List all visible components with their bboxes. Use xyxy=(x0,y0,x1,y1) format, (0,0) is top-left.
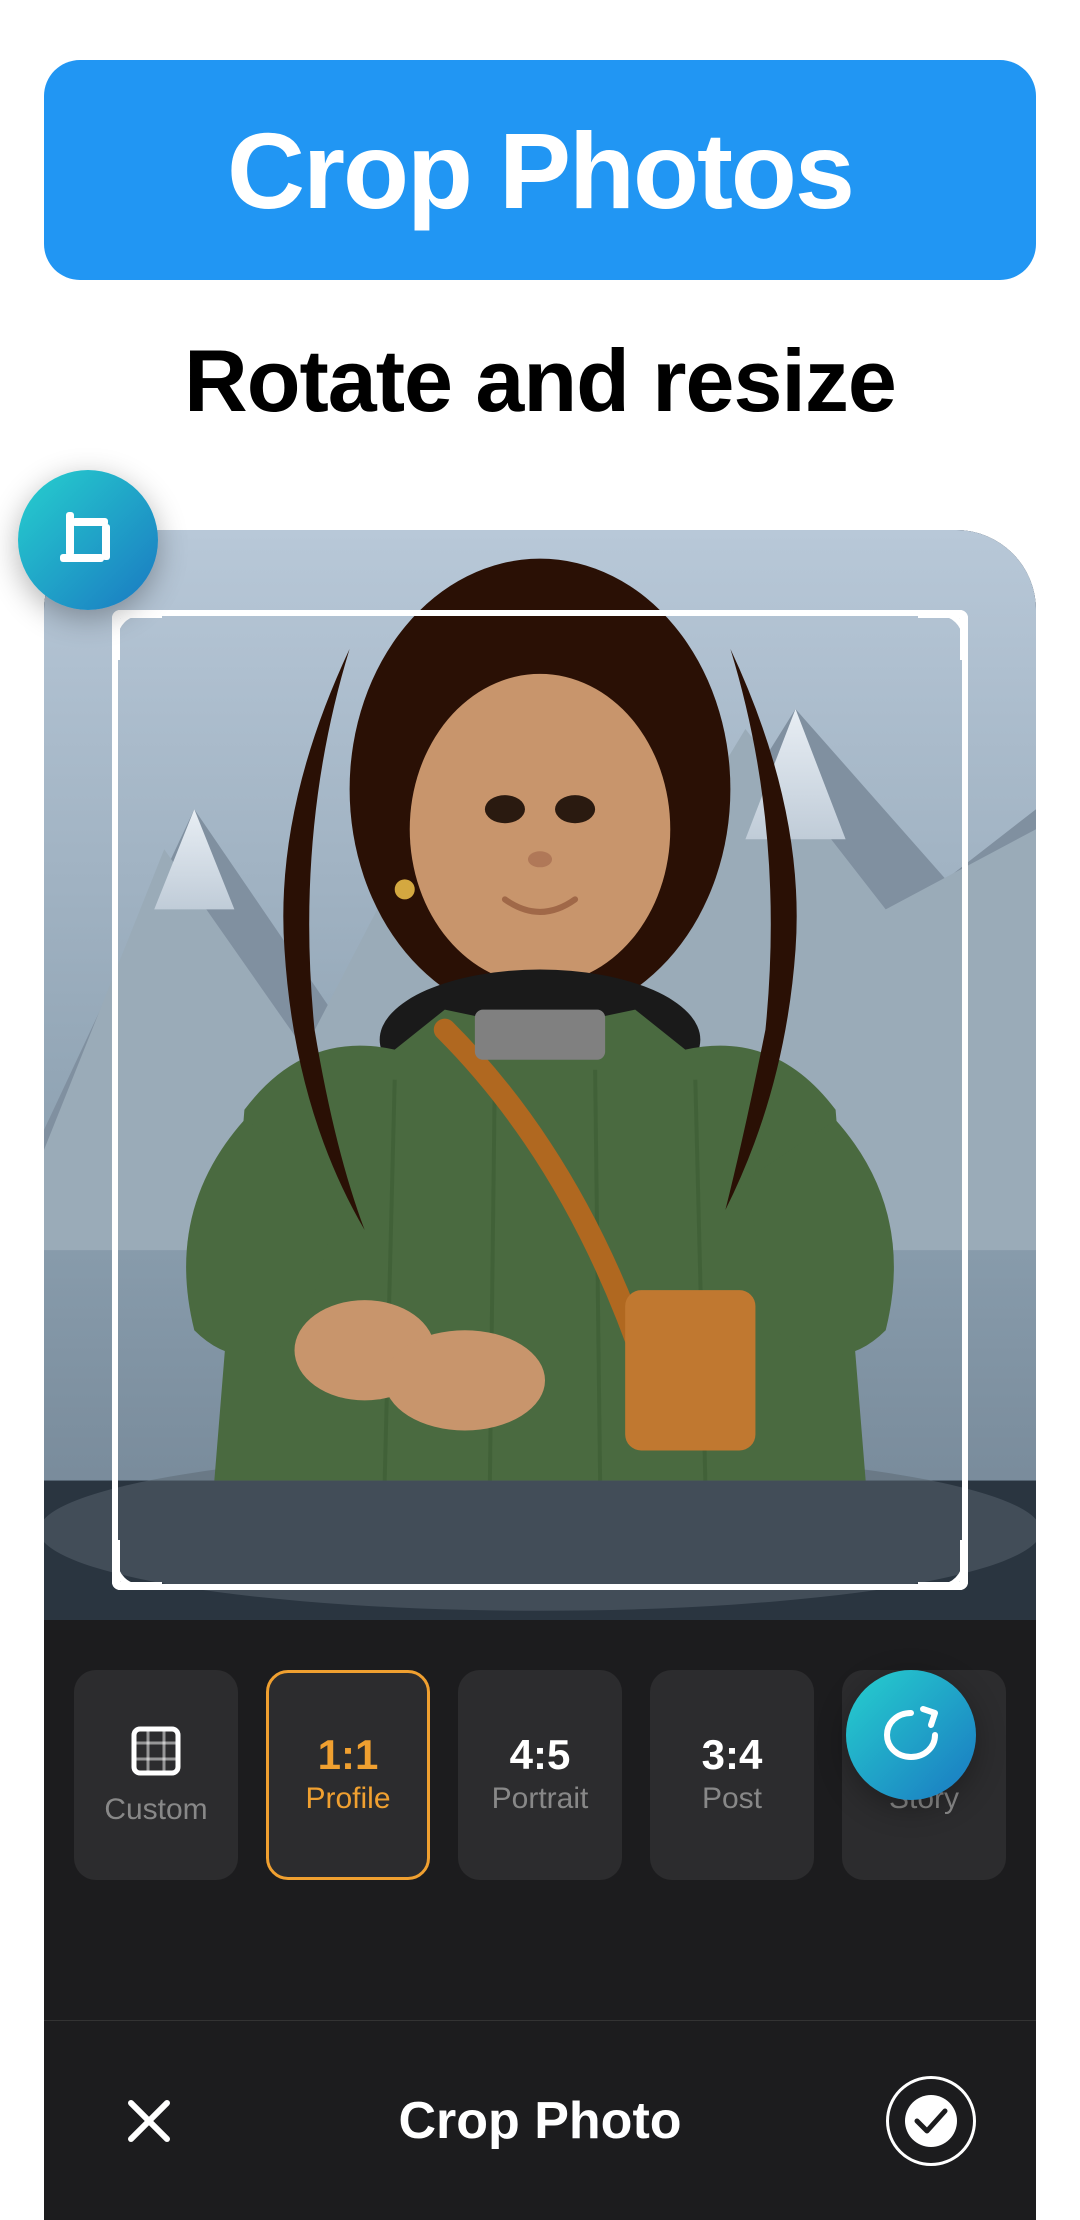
subtitle: Rotate and resize xyxy=(0,330,1080,432)
ratio-btn-4-5[interactable]: 4:5 Portrait xyxy=(458,1670,622,1880)
ratio-4-5-bottom: Portrait xyxy=(492,1782,589,1816)
confirm-button[interactable] xyxy=(886,2076,976,2166)
phone-frame: Custom 1:1 Profile 4:5 Portrait 3:4 Post xyxy=(44,530,1036,2220)
check-icon xyxy=(903,2093,959,2149)
crop-icon xyxy=(52,504,124,576)
banner-text: Crop Photos xyxy=(227,108,853,233)
action-title: Crop Photo xyxy=(398,2091,681,2151)
close-icon xyxy=(119,2091,179,2151)
ratio-btn-custom[interactable]: Custom xyxy=(74,1670,238,1880)
custom-ratio-icon xyxy=(128,1723,184,1779)
phone-area: Custom 1:1 Profile 4:5 Portrait 3:4 Post xyxy=(0,490,1080,2220)
crop-icon-bubble[interactable] xyxy=(18,470,158,610)
ratio-3-4-top: 3:4 xyxy=(702,1734,763,1776)
ratio-4-5-top: 4:5 xyxy=(510,1734,571,1776)
corner-tr xyxy=(918,610,968,660)
ratio-3-4-bottom: Post xyxy=(702,1782,762,1816)
ratio-btn-1-1[interactable]: 1:1 Profile xyxy=(266,1670,430,1880)
crop-frame xyxy=(112,610,968,1590)
corner-br xyxy=(918,1540,968,1590)
custom-label: Custom xyxy=(104,1793,207,1827)
ratio-btn-3-4[interactable]: 3:4 Post xyxy=(650,1670,814,1880)
banner: Crop Photos xyxy=(44,60,1036,280)
ratio-1-1-top: 1:1 xyxy=(318,1734,379,1776)
rotate-icon xyxy=(877,1701,945,1769)
action-bar: Crop Photo xyxy=(44,2020,1036,2220)
rotate-button[interactable] xyxy=(846,1670,976,1800)
ratio-1-1-bottom: Profile xyxy=(305,1782,390,1816)
corner-tl xyxy=(112,610,162,660)
cancel-button[interactable] xyxy=(104,2076,194,2166)
corner-bl xyxy=(112,1540,162,1590)
